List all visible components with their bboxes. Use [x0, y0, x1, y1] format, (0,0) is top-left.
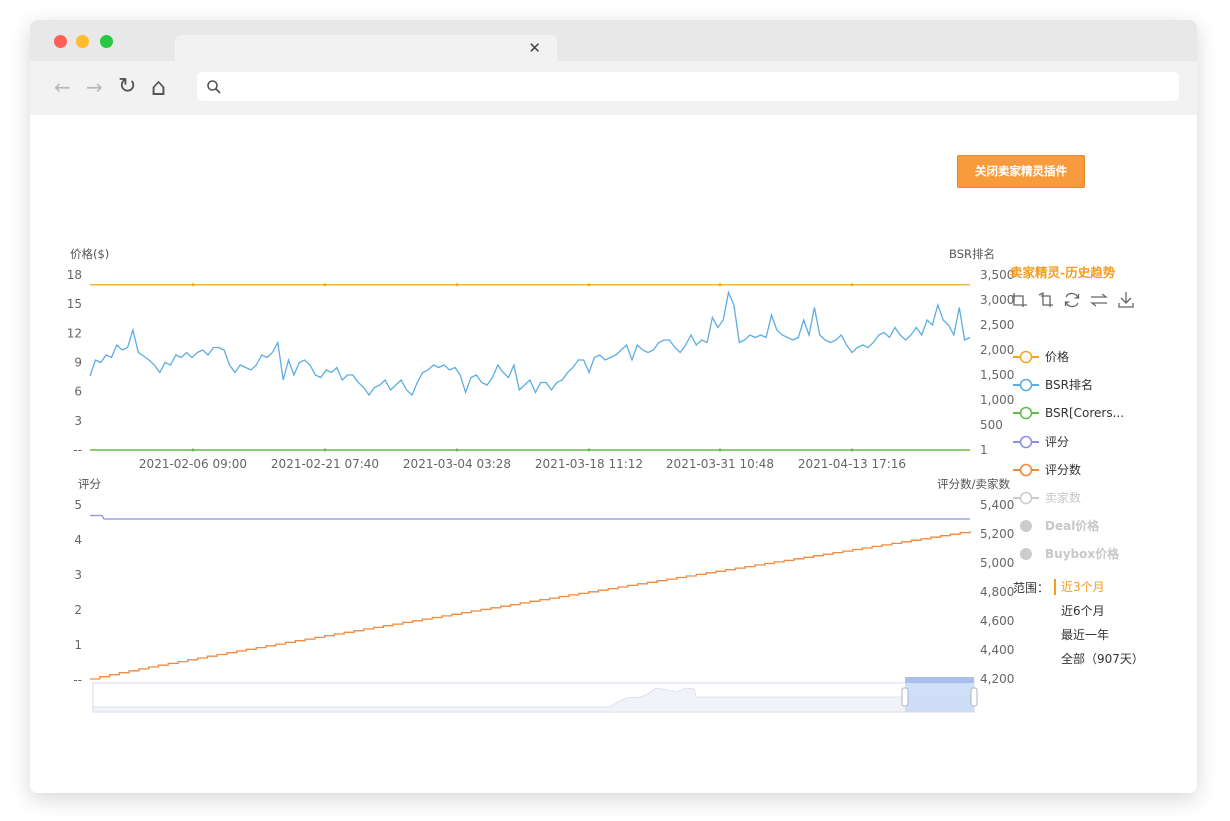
refresh-icon[interactable] — [1062, 290, 1082, 310]
datazoom-slider — [92, 677, 978, 713]
range-option[interactable]: 近3个月 — [1054, 579, 1105, 595]
x-tick-label: 2021-02-21 07:40 — [271, 457, 379, 471]
review-count-series-line — [90, 531, 971, 680]
left-tick-label: -- — [73, 443, 82, 457]
rating-series-line — [90, 514, 970, 520]
price-point — [718, 283, 722, 287]
legend-item-label: BSR[Corers... — [1045, 406, 1125, 421]
legend-line-icon — [1013, 435, 1039, 448]
left-axis-label: 评分 — [78, 477, 101, 491]
datazoom-left-handle[interactable] — [901, 687, 909, 707]
bsr-category-point — [850, 448, 854, 452]
switch-icon[interactable] — [1089, 290, 1109, 310]
left-tick-label: 1 — [74, 638, 82, 652]
right-axis-label: BSR排名 — [949, 247, 995, 261]
legend-line-icon — [1013, 463, 1039, 477]
range-option[interactable]: 最近一年 — [1061, 627, 1109, 643]
legend-dot-icon — [1020, 520, 1032, 533]
right-tick-label: 5,200 — [980, 527, 1014, 541]
datazoom-right-handle[interactable] — [970, 687, 978, 707]
legend-dot-icon — [1020, 548, 1032, 561]
legend-item-label: 价格 — [1045, 350, 1070, 364]
x-tick-label: 2021-03-31 10:48 — [666, 457, 774, 471]
left-tick-label: 5 — [74, 498, 82, 512]
range-label: 范围： — [1013, 581, 1050, 595]
x-tick-label: 2021-03-04 03:28 — [403, 457, 511, 471]
price-point — [323, 283, 327, 287]
right-tick-label: 2,500 — [980, 318, 1014, 332]
download-icon[interactable] — [1116, 290, 1136, 310]
legend-item-label: Buybox价格 — [1045, 547, 1120, 562]
bsr-category-point — [455, 448, 459, 452]
left-tick-label: 4 — [74, 533, 82, 547]
x-tick-label: 2021-02-06 09:00 — [139, 457, 247, 471]
x-tick-label: 2021-04-13 17:16 — [798, 457, 906, 471]
zoom-icon[interactable] — [1010, 290, 1030, 310]
zoom-reset-icon[interactable] — [1036, 290, 1056, 310]
legend-line-icon — [1013, 491, 1039, 505]
rating-chart: 评分 评分数/卖家数 5 4 3 2 1 -- 5,400 5,200 5,000 4,800 4,60… — [73, 477, 1014, 687]
left-tick-label: -- — [73, 673, 82, 687]
right-tick-label: 4,400 — [980, 643, 1014, 657]
right-tick-label: 5,400 — [980, 498, 1014, 512]
right-tick-label: 1,500 — [980, 368, 1014, 382]
right-tick-label: 4,800 — [980, 585, 1014, 599]
x-tick-label: 2021-03-18 11:12 — [535, 457, 643, 471]
left-tick-label: 6 — [74, 385, 82, 399]
datazoom-move-handle[interactable] — [905, 677, 974, 683]
left-tick-label: 3 — [74, 568, 82, 582]
left-tick-label: 18 — [67, 268, 82, 282]
range-option[interactable]: 近6个月 — [1061, 603, 1105, 619]
legend-item-label: Deal价格 — [1045, 519, 1100, 534]
bsr-category-point — [323, 448, 327, 452]
bsr-category-point — [718, 448, 722, 452]
right-tick-label: 500 — [980, 418, 1003, 432]
bsr-series-line — [89, 290, 971, 397]
price-point — [587, 283, 591, 287]
right-tick-label: 4,200 — [980, 672, 1014, 686]
right-tick-label: 2,000 — [980, 343, 1014, 357]
legend-line-icon — [1013, 407, 1039, 420]
right-tick-label: 1,000 — [980, 393, 1014, 407]
legend-item-label: 卖家数 — [1045, 491, 1082, 505]
legend-item-label: 评分 — [1045, 434, 1070, 449]
left-tick-label: 15 — [67, 297, 82, 311]
legend-item-label: BSR排名 — [1045, 378, 1093, 393]
left-tick-label: 9 — [74, 356, 82, 370]
legend-line-icon — [1013, 350, 1039, 364]
price-point — [191, 283, 195, 287]
legend-item-label: 评分数 — [1045, 462, 1082, 477]
right-tick-label: 5,000 — [980, 556, 1014, 570]
right-axis-label: 评分数/卖家数 — [937, 477, 1010, 491]
range-option[interactable]: 全部（907天） — [1061, 651, 1144, 667]
price-point — [850, 283, 854, 287]
left-tick-label: 12 — [67, 326, 82, 340]
bsr-category-point — [191, 448, 195, 452]
left-axis-label: 价格($) — [70, 247, 109, 261]
right-tick-label: 1 — [980, 443, 988, 457]
left-tick-label: 3 — [74, 414, 82, 428]
legend-line-icon — [1013, 378, 1039, 392]
legend-title: 卖家精灵-历史趋势 — [1010, 265, 1116, 280]
price-bsr-chart: 价格($) BSR排名181512963--3,5003,0002,5002,00… — [67, 247, 1015, 471]
right-tick-label: 4,600 — [980, 614, 1014, 628]
bsr-category-point — [587, 448, 591, 452]
price-point — [455, 283, 459, 287]
left-tick-label: 2 — [74, 603, 82, 617]
